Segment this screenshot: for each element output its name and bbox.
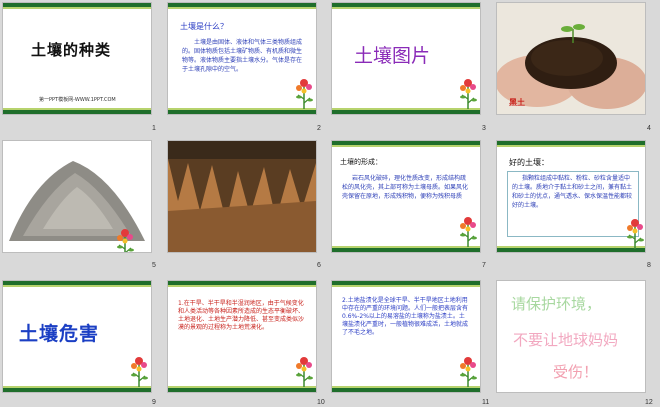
slide-thumbnail-8[interactable]: 好的土壤： 指颗粒组成中黏粒、粉粒、砂粒含量适中的土壤。质地介于黏土和砂土之间，… (497, 141, 645, 252)
slide-thumbnail-6[interactable] (168, 141, 316, 252)
slide-line-1: 请保护环境， (511, 295, 602, 313)
flower-decoration-icon (459, 356, 478, 387)
slide-bottom-bar (332, 248, 480, 252)
slide-top-accent (3, 7, 151, 9)
flower-decoration-icon (116, 228, 135, 252)
slide-body-text: 土壤是由固体、液体和气体三类物质组成的。固体物质包括土壤矿物质、有机质和微生物等… (182, 39, 303, 73)
flower-decoration-icon (459, 78, 478, 109)
flower-decoration-icon (130, 356, 149, 387)
slide-title: 土壤的种类 (31, 41, 112, 59)
flower-decoration-icon (295, 78, 314, 109)
slide-heading: 土壤的形成： (340, 158, 382, 166)
slide-top-accent (332, 285, 480, 287)
slide-thumbnail-7[interactable]: 土壤的形成： 岩石风化破碎，理化性质改变，形成结构疏松的风化壳，其上部可称为土壤… (332, 141, 480, 252)
slide-thumbnail-2[interactable]: 土壤是什么？ 土壤是由固体、液体和气体三类物质组成的。固体物质包括土壤矿物质、有… (168, 3, 316, 114)
slide-bottom-bar (332, 110, 480, 114)
slide-bottom-bar (332, 388, 480, 392)
slide-number: 9 (152, 399, 156, 406)
slide-number: 2 (317, 125, 321, 132)
photo-caption: 黑土 (509, 98, 525, 107)
slide-number: 5 (152, 262, 156, 269)
slide-top-accent (332, 7, 480, 9)
slide-line-2: 不要让地球妈妈 (513, 331, 619, 349)
slide-number: 1 (152, 125, 156, 132)
slide-top-accent (3, 285, 151, 287)
slide-body-text: 1.在干旱、半干旱和半湿润地区，由于气候变化和人类活动等各种因素所造成的生态平衡… (178, 300, 305, 331)
slide-top-accent (168, 285, 316, 287)
slide-bottom-bar (3, 388, 151, 392)
slide-number: 3 (482, 125, 486, 132)
slide-thumbnail-3[interactable]: 土壤图片 (332, 3, 480, 114)
earth-pillars-photo (168, 141, 316, 252)
flower-decoration-icon (626, 218, 645, 249)
slide-body-text: 岩石风化破碎，理化性质改变，形成结构疏松的风化壳，其上部可称为土壤母质。如果风化… (342, 175, 469, 200)
slide-thumbnail-4[interactable]: 黑土 (497, 3, 645, 114)
slide-thumbnail-9[interactable]: 土壤危害 (3, 281, 151, 392)
slide-thumbnail-12[interactable]: 请保护环境， 不要让地球妈妈 受伤！ (497, 281, 645, 392)
slide-number: 4 (647, 125, 651, 132)
slide-top-accent (168, 7, 316, 9)
slide-top-accent (497, 145, 645, 147)
slide-bottom-bar (497, 248, 645, 252)
slide-text-box: 指颗粒组成中黏粒、粉粒、砂粒含量适中的土壤。质地介于黏土和砂土之间，兼有黏土和砂… (507, 171, 639, 237)
flower-decoration-icon (459, 216, 478, 247)
slide-footer: 第一PPT模板网-WWW.1PPT.COM (39, 97, 116, 103)
slide-thumbnail-10[interactable]: 1.在干旱、半干旱和半湿润地区，由于气候变化和人类活动等各种因素所造成的生态平衡… (168, 281, 316, 392)
slide-bottom-bar (168, 110, 316, 114)
slide-number: 8 (647, 262, 651, 269)
slide-number: 6 (317, 262, 321, 269)
slide-thumbnail-1[interactable]: 土壤的种类 第一PPT模板网-WWW.1PPT.COM (3, 3, 151, 114)
slide-number: 7 (482, 262, 486, 269)
slide-number: 12 (645, 399, 653, 406)
slide-body-text: 2.土地盐渍化是全球干旱、半干旱地区土地利用中存在的严重的环境问题。人们一般把表… (342, 297, 469, 336)
slide-heading: 好的土壤： (509, 158, 549, 167)
slide-thumbnail-5[interactable] (3, 141, 151, 252)
slide-bottom-bar (168, 388, 316, 392)
slide-number: 11 (482, 399, 490, 406)
slide-title: 土壤图片 (354, 45, 431, 67)
slide-bottom-bar (3, 110, 151, 114)
slide-title: 土壤危害 (19, 323, 100, 345)
slide-top-accent (332, 145, 480, 147)
slide-line-3: 受伤！ (553, 363, 599, 381)
slide-number: 10 (317, 399, 325, 406)
slide-heading: 土壤是什么？ (180, 22, 228, 31)
flower-decoration-icon (295, 356, 314, 387)
slide-thumbnail-11[interactable]: 2.土地盐渍化是全球干旱、半干旱地区土地利用中存在的严重的环境问题。人们一般把表… (332, 281, 480, 392)
slide-body-text: 指颗粒组成中黏粒、粉粒、砂粒含量适中的土壤。质地介于黏土和砂土之间，兼有黏土和砂… (512, 175, 633, 209)
